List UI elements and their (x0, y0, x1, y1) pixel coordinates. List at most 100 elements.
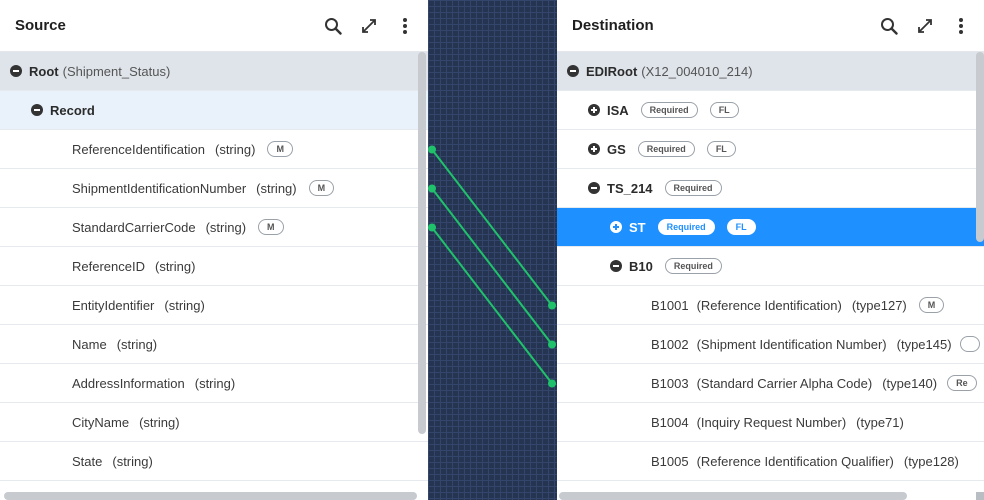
mandatory-badge: M (918, 297, 945, 313)
element-desc: (Standard Carrier Alpha Code) (696, 375, 873, 391)
expand-icon[interactable] (914, 14, 936, 38)
mapping-wire[interactable] (431, 226, 553, 385)
wire-start-dot[interactable] (428, 145, 436, 154)
collapse-icon[interactable] (588, 182, 600, 194)
root-name: Root (29, 63, 59, 79)
required-badge: Required (664, 258, 722, 274)
segment-row-ts214[interactable]: TS_214 Required (557, 169, 984, 208)
element-id: B1004 (651, 414, 689, 430)
element-id: B1005 (651, 453, 689, 469)
field-type: (string) (194, 375, 236, 391)
segment-row-st[interactable]: ST Required FL (557, 208, 984, 247)
expand-icon[interactable] (610, 221, 622, 233)
wire-end-dot[interactable] (548, 340, 556, 349)
mapping-wires (428, 145, 556, 388)
wire-end-dot[interactable] (548, 379, 556, 388)
source-header: Source (0, 0, 428, 52)
wire-end-dot[interactable] (548, 301, 556, 310)
collapse-icon[interactable] (10, 65, 22, 77)
expand-icon[interactable] (358, 14, 380, 38)
source-toolbar (322, 14, 416, 38)
segment-name: ST (629, 219, 646, 235)
destination-vertical-scrollbar[interactable] (976, 52, 984, 242)
field-name: Name (72, 336, 107, 352)
field-name: CityName (72, 414, 130, 430)
field-type: (string) (256, 180, 297, 196)
collapse-icon[interactable] (567, 65, 579, 77)
required-badge: Required (640, 102, 698, 118)
record-name: Record (50, 102, 95, 118)
source-field-row[interactable]: EntityIdentifier (string) (0, 286, 428, 325)
element-desc: (Shipment Identification Number) (696, 336, 887, 352)
fl-badge: FL (706, 141, 736, 157)
source-tree: Root (Shipment_Status) Record ReferenceI… (0, 52, 428, 481)
source-record-row[interactable]: Record (0, 91, 428, 130)
element-type: (type145) (896, 336, 952, 352)
field-type: (string) (214, 141, 256, 157)
destination-header: Destination (557, 0, 984, 52)
source-root-row[interactable]: Root (Shipment_Status) (0, 52, 428, 91)
source-vertical-scrollbar[interactable] (418, 52, 426, 434)
collapse-icon[interactable] (610, 260, 622, 272)
destination-horizontal-scrollbar[interactable] (559, 492, 907, 500)
wire-start-dot[interactable] (428, 223, 436, 232)
field-type: (string) (205, 219, 247, 235)
more-vertical-icon[interactable] (950, 14, 972, 38)
destination-tree: EDIRoot (X12_004010_214) ISA Required FL… (557, 52, 984, 481)
root-type: (Shipment_Status) (62, 63, 171, 79)
segment-row-gs[interactable]: GS Required FL (557, 130, 984, 169)
source-field-row[interactable]: State (string) (0, 442, 428, 481)
required-badge: Required (664, 180, 722, 196)
required-badge-clipped: Re (947, 375, 977, 391)
segment-name: GS (607, 141, 626, 157)
element-id: B1003 (651, 375, 689, 391)
source-field-row[interactable]: ShipmentIdentificationNumber (string) M (0, 169, 428, 208)
source-field-row[interactable]: ReferenceIdentification (string) M (0, 130, 428, 169)
segment-name: TS_214 (607, 180, 653, 196)
source-title: Source (15, 17, 66, 34)
element-type: (type71) (856, 414, 904, 430)
destination-toolbar (878, 14, 972, 38)
element-row[interactable]: B1005 (Reference Identification Qualifie… (557, 442, 984, 481)
element-id: B1002 (651, 336, 689, 352)
mapping-wire[interactable] (431, 148, 553, 307)
required-badge: Required (637, 141, 695, 157)
search-icon[interactable] (322, 14, 344, 38)
wire-start-dot[interactable] (428, 184, 436, 193)
root-name: EDIRoot (586, 63, 638, 79)
fl-badge: FL (709, 102, 739, 118)
element-desc: (Reference Identification) (696, 297, 842, 313)
more-vertical-icon[interactable] (394, 14, 416, 38)
fl-badge: FL (726, 219, 756, 235)
element-id: B1001 (651, 297, 689, 313)
destination-title: Destination (572, 17, 654, 34)
field-name: ReferenceID (72, 258, 145, 274)
element-type: (type128) (903, 453, 959, 469)
expand-icon[interactable] (588, 143, 600, 155)
field-type: (string) (139, 414, 180, 430)
source-field-row[interactable]: CityName (string) (0, 403, 428, 442)
source-field-row[interactable]: StandardCarrierCode (string) M (0, 208, 428, 247)
mapping-wire[interactable] (431, 187, 553, 346)
element-row[interactable]: B1001 (Reference Identification) (type12… (557, 286, 984, 325)
segment-row-isa[interactable]: ISA Required FL (557, 91, 984, 130)
source-field-row[interactable]: Name (string) (0, 325, 428, 364)
destination-panel: Destination EDIRoot (X12_004010_214) ISA… (557, 0, 984, 500)
required-badge: Required (657, 219, 715, 235)
element-type: (type127) (851, 297, 907, 313)
source-field-row[interactable]: AddressInformation (string) (0, 364, 428, 403)
element-row[interactable]: B1002 (Shipment Identification Number) (… (557, 325, 984, 364)
field-name: AddressInformation (72, 375, 185, 391)
element-row[interactable]: B1003 (Standard Carrier Alpha Code) (typ… (557, 364, 984, 403)
source-fields: ReferenceIdentification (string) M Shipm… (0, 130, 428, 481)
field-name: ReferenceIdentification (72, 141, 205, 157)
collapse-icon[interactable] (31, 104, 43, 116)
source-horizontal-scrollbar[interactable] (4, 492, 417, 500)
expand-icon[interactable] (588, 104, 600, 116)
root-type: (X12_004010_214) (641, 63, 753, 79)
source-field-row[interactable]: ReferenceID (string) (0, 247, 428, 286)
element-row[interactable]: B1004 (Inquiry Request Number) (type71) (557, 403, 984, 442)
segment-row-b10[interactable]: B10 Required (557, 247, 984, 286)
search-icon[interactable] (878, 14, 900, 38)
destination-root-row[interactable]: EDIRoot (X12_004010_214) (557, 52, 984, 91)
